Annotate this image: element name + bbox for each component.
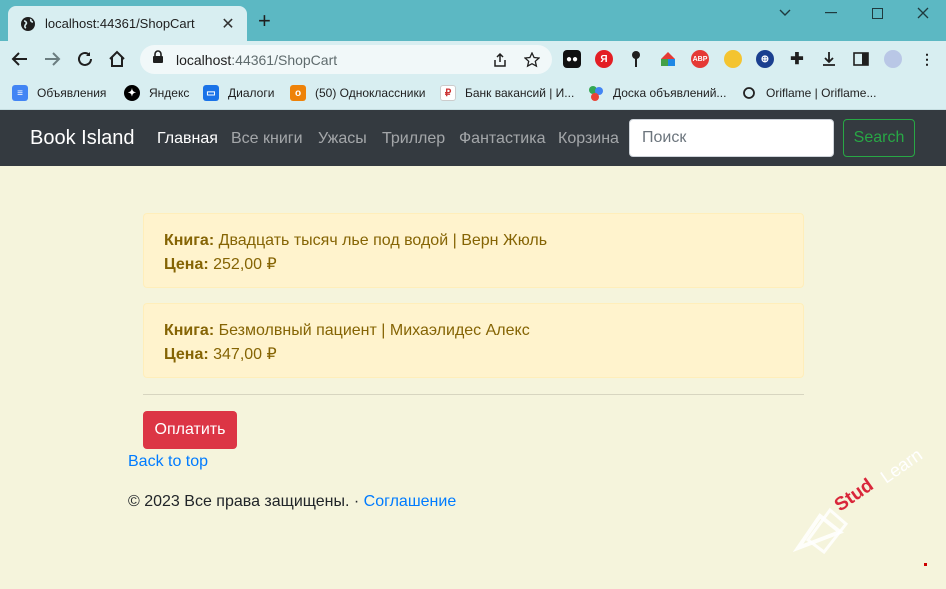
browser-tabstrip: localhost:44361/ShopCart ✕ + bbox=[0, 0, 946, 41]
browser-toolbar: localhost:44361/ShopCart ●● Я ABP ⊕ ✚ ⋮ bbox=[0, 41, 946, 77]
copyright-text: © 2023 Все права защищены. · bbox=[128, 493, 364, 510]
reload-icon[interactable] bbox=[75, 49, 95, 69]
extension-colorful-icon[interactable] bbox=[659, 50, 677, 68]
cart-item-book: Книга: Безмолвный пациент | Михаэлидес А… bbox=[164, 322, 530, 339]
cart-item: Книга: Двадцать тысяч лье под водой | Ве… bbox=[143, 213, 804, 288]
yandex-extension-icon[interactable]: Я bbox=[595, 50, 613, 68]
share-icon[interactable] bbox=[491, 51, 509, 69]
back-to-top-link[interactable]: Back to top bbox=[128, 453, 208, 471]
key-icon[interactable] bbox=[627, 50, 645, 68]
cart-item-book: Книга: Двадцать тысяч лье под водой | Ве… bbox=[164, 232, 548, 249]
adblock-icon[interactable]: ABP bbox=[691, 50, 709, 68]
new-tab-icon[interactable]: + bbox=[258, 10, 271, 32]
url-text: localhost:44361/ShopCart bbox=[176, 51, 338, 68]
cart-item-price: Цена: 347,00 ₽ bbox=[164, 346, 277, 363]
minimize-icon[interactable] bbox=[821, 3, 841, 23]
cart-item-price: Цена: 252,00 ₽ bbox=[164, 256, 277, 273]
pay-button[interactable]: Оплатить bbox=[143, 411, 237, 449]
bookmark-item[interactable]: ≡ Объявления bbox=[12, 83, 106, 103]
globe-icon bbox=[20, 16, 36, 32]
browser-tab[interactable]: localhost:44361/ShopCart ✕ bbox=[8, 6, 247, 41]
cart-item: Книга: Безмолвный пациент | Михаэлидес А… bbox=[143, 303, 804, 378]
nav-cart[interactable]: Корзина bbox=[558, 130, 619, 148]
agreement-link[interactable]: Соглашение bbox=[364, 493, 457, 510]
close-window-icon[interactable] bbox=[913, 3, 933, 23]
nav-home[interactable]: Главная bbox=[157, 130, 218, 148]
forward-arrow-icon[interactable] bbox=[42, 49, 62, 69]
docs-icon: ≡ bbox=[12, 85, 28, 101]
dots-icon bbox=[588, 85, 604, 101]
tab-search-icon[interactable] bbox=[775, 3, 795, 23]
site-navbar: Book Island Главная Все книги Ужасы Трил… bbox=[0, 110, 946, 166]
search-input[interactable] bbox=[629, 119, 834, 157]
download-icon[interactable] bbox=[820, 50, 838, 68]
studlearn-watermark-logo: Stud Learn bbox=[792, 444, 926, 555]
bookmark-item[interactable]: Доска объявлений... bbox=[588, 83, 726, 103]
brand-logo-link[interactable]: Book Island bbox=[30, 127, 135, 150]
vpn-globe-icon[interactable]: ⊕ bbox=[756, 50, 774, 68]
bookmark-item[interactable]: о (50) Одноклассники bbox=[290, 83, 425, 103]
bookmark-item[interactable]: ✦ Яндекс bbox=[124, 83, 189, 103]
lock-icon[interactable] bbox=[152, 50, 164, 69]
puzzle-extensions-icon[interactable]: ✚ bbox=[788, 50, 806, 68]
maximize-icon[interactable] bbox=[867, 3, 887, 23]
svg-text:Learn: Learn bbox=[877, 444, 926, 487]
ok-icon: о bbox=[290, 85, 306, 101]
yandex-star-icon: ✦ bbox=[124, 85, 140, 101]
side-panel-icon[interactable] bbox=[852, 50, 870, 68]
tab-title: localhost:44361/ShopCart bbox=[45, 16, 195, 31]
home-icon[interactable] bbox=[107, 49, 127, 69]
bookmark-item[interactable]: ▭ Диалоги bbox=[203, 83, 274, 103]
back-arrow-icon[interactable] bbox=[10, 49, 30, 69]
close-tab-icon[interactable]: ✕ bbox=[219, 14, 237, 34]
bookmarks-bar: ≡ Объявления ✦ Яндекс ▭ Диалоги о (50) Однок… bbox=[0, 77, 946, 110]
nav-fantasy[interactable]: Фантастика bbox=[459, 130, 545, 148]
address-bar[interactable]: localhost:44361/ShopCart bbox=[140, 45, 552, 74]
search-button[interactable]: Search bbox=[843, 119, 915, 157]
extension-icon[interactable]: ●● bbox=[563, 50, 581, 68]
svg-text:Stud: Stud bbox=[831, 475, 878, 516]
profile-avatar[interactable] bbox=[884, 50, 902, 68]
bookmark-star-icon[interactable] bbox=[523, 51, 541, 69]
nav-thriller[interactable]: Триллер bbox=[382, 130, 445, 148]
footer: © 2023 Все права защищены. · Соглашение bbox=[128, 493, 456, 511]
nav-all-books[interactable]: Все книги bbox=[231, 130, 303, 148]
bookmark-item[interactable]: ₽ Банк вакансий | И... bbox=[440, 83, 574, 103]
bookmark-item[interactable]: Oriflame | Oriflame... bbox=[741, 83, 876, 103]
nav-horror[interactable]: Ужасы bbox=[318, 130, 367, 148]
extension-badge-icon[interactable] bbox=[724, 50, 742, 68]
menu-dots-icon[interactable]: ⋮ bbox=[918, 50, 936, 68]
jobs-icon: ₽ bbox=[440, 85, 456, 101]
oriflame-icon bbox=[741, 85, 757, 101]
red-dot bbox=[924, 563, 927, 566]
chat-icon: ▭ bbox=[203, 85, 219, 101]
divider bbox=[143, 394, 804, 395]
